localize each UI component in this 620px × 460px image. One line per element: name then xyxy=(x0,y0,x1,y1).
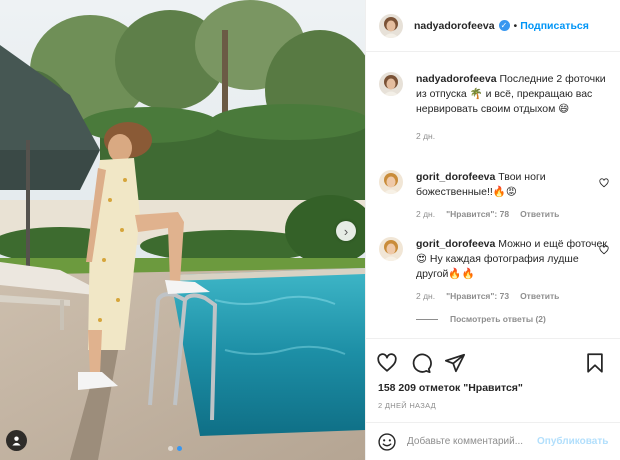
publish-comment-button[interactable]: Опубликовать xyxy=(537,436,608,447)
comment-likes-count[interactable]: "Нравится": 73 xyxy=(446,291,509,301)
carousel-dot xyxy=(168,446,173,451)
comments-list[interactable]: nadyadorofeeva Последние 2 фоточки из от… xyxy=(366,52,620,338)
view-replies-button[interactable]: Посмотреть ответы (2) xyxy=(416,314,546,324)
post-caption: nadyadorofeeva Последние 2 фоточки из от… xyxy=(379,72,611,141)
caption-text: nadyadorofeeva Последние 2 фоточки из от… xyxy=(416,72,611,117)
post-actions: 158 209 отметок "Нравится" 2 ДНЕЙ НАЗАД xyxy=(366,338,620,422)
add-comment-bar: Опубликовать xyxy=(366,422,620,460)
action-icons xyxy=(376,352,466,374)
carousel-next-button[interactable]: › xyxy=(336,221,356,241)
author-username[interactable]: nadyadorofeeva xyxy=(414,20,495,32)
emoji-smile-icon[interactable] xyxy=(377,432,397,452)
commenter-avatar-image xyxy=(379,237,403,261)
comment-bubble-icon xyxy=(412,353,432,374)
reply-button[interactable]: Ответить xyxy=(520,291,559,301)
verified-badge-icon: ✓ xyxy=(498,20,510,31)
comment-input[interactable] xyxy=(407,436,537,447)
reply-button[interactable]: Ответить xyxy=(520,209,559,219)
avatar[interactable] xyxy=(379,237,403,261)
post-side-panel: nadyadorofeeva ✓ • Подписаться nadyadoro… xyxy=(365,0,620,460)
caption-time[interactable]: 2 дн. xyxy=(416,131,435,141)
comment-like-heart-icon[interactable] xyxy=(599,245,609,255)
comment-text: gorit_dorofeeva Твои ноги божественные!!… xyxy=(416,170,611,200)
commenter-avatar-image xyxy=(379,170,403,194)
view-replies-label: Посмотреть ответы (2) xyxy=(450,314,546,324)
post-date[interactable]: 2 ДНЕЙ НАЗАД xyxy=(378,401,436,410)
comment-likes-count[interactable]: "Нравится": 78 xyxy=(446,209,509,219)
user-tag-button[interactable] xyxy=(6,430,27,451)
likes-count[interactable]: 158 209 отметок "Нравится" xyxy=(378,382,523,394)
share-button[interactable] xyxy=(444,352,466,374)
comment-username[interactable]: gorit_dorofeeva xyxy=(416,171,495,183)
heart-icon xyxy=(377,353,397,372)
comment-text: gorit_dorofeeva Можно и ещё фоточек😍 Ну … xyxy=(416,237,611,282)
post-header: nadyadorofeeva ✓ • Подписаться xyxy=(366,0,620,52)
post-photo[interactable]: › xyxy=(0,0,365,460)
comment-item: gorit_dorofeeva Можно и ещё фоточек😍 Ну … xyxy=(379,237,611,301)
avatar[interactable] xyxy=(379,13,403,38)
like-button[interactable] xyxy=(376,352,398,374)
author-avatar-image xyxy=(379,72,403,96)
bookmark-icon xyxy=(587,353,603,373)
vacation-pool-photo xyxy=(0,0,365,460)
chevron-right-icon: › xyxy=(343,223,349,239)
comment-username[interactable]: gorit_dorofeeva xyxy=(416,238,495,250)
comment-like-heart-icon[interactable] xyxy=(599,178,609,188)
comment-button[interactable] xyxy=(410,352,432,374)
comment-meta: 2 дн. "Нравится": 78 Ответить xyxy=(416,209,611,219)
caption-username[interactable]: nadyadorofeeva xyxy=(416,73,497,85)
comment-item: gorit_dorofeeva Твои ноги божественные!!… xyxy=(379,170,611,219)
author-avatar-image xyxy=(379,13,403,38)
carousel-indicator xyxy=(168,446,182,451)
save-button[interactable] xyxy=(584,352,606,374)
separator-dot: • xyxy=(513,19,518,32)
user-tag-icon xyxy=(12,436,21,446)
comment-time[interactable]: 2 дн. xyxy=(416,209,435,219)
replies-divider xyxy=(416,318,438,320)
caption-meta: 2 дн. xyxy=(416,131,611,141)
comment-meta: 2 дн. "Нравится": 73 Ответить xyxy=(416,291,611,301)
avatar[interactable] xyxy=(379,72,403,96)
follow-button[interactable]: Подписаться xyxy=(520,20,589,32)
paper-plane-icon xyxy=(444,353,466,373)
comment-time[interactable]: 2 дн. xyxy=(416,291,435,301)
carousel-dot-active xyxy=(177,446,182,451)
avatar[interactable] xyxy=(379,170,403,194)
